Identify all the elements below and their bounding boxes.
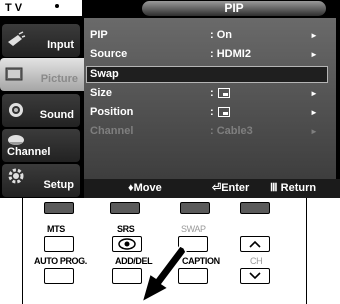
input-plug-icon (8, 31, 26, 46)
sidebar-item-label: Picture (40, 73, 78, 85)
color-button-yellow[interactable] (180, 202, 210, 214)
remote-edge-left (22, 198, 23, 304)
ch-down-button[interactable] (240, 268, 270, 284)
menu-item-label: Channel (90, 125, 134, 137)
arrow-right-icon: ► (310, 50, 318, 59)
menu-item-swap[interactable]: Swap (86, 66, 328, 83)
picture-icon (5, 67, 23, 81)
pip-position-icon (217, 107, 230, 118)
srs-label: SRS (117, 224, 135, 234)
swap-label: SWAP (181, 224, 206, 234)
menu-item-value: : Cable3 (210, 125, 253, 137)
menu-item-channel: Channel : Cable3 ► (84, 123, 336, 140)
sidebar-item-sound[interactable]: Sound (2, 94, 80, 127)
auto-prog-label: AUTO PROG. (34, 256, 87, 266)
sidebar-item-channel[interactable]: Channel (2, 129, 80, 162)
menu-item-value: : (210, 106, 214, 118)
sidebar-item-input[interactable]: Input (2, 24, 80, 57)
remote-control-illustration: MTS SRS SWAP AUTO PROG. ADD/DEL CAPTION … (0, 198, 340, 304)
arrow-right-icon: ► (310, 127, 318, 136)
menu-item-source[interactable]: Source : HDMI2 ► (84, 46, 336, 63)
sidebar-item-label: Setup (43, 179, 74, 191)
menu-title: PIP (142, 1, 326, 16)
return-hint: Ⅲ Return (270, 182, 317, 194)
menu-item-value: : HDMI2 (210, 48, 251, 60)
menu-item-value: : (210, 87, 214, 99)
pip-size-icon (217, 88, 230, 99)
ch-up-button[interactable] (240, 236, 270, 252)
ch-label: CH (250, 256, 263, 266)
menu-item-position[interactable]: Position : ► (84, 104, 336, 121)
chevron-up-icon (249, 240, 261, 248)
pip-menu-panel: PIP : On ► Source : HDMI2 ► Swap Size : … (84, 18, 336, 185)
remote-edge-right (306, 198, 307, 304)
color-button-blue[interactable] (240, 202, 270, 214)
menu-item-label: Source (90, 48, 128, 60)
source-title: T V (0, 0, 82, 16)
gear-icon (8, 168, 24, 184)
mts-label: MTS (47, 224, 65, 234)
color-button-green[interactable] (110, 202, 140, 214)
color-button-red[interactable] (44, 202, 74, 214)
nav-hint-bar: ♦Move ⏎Enter Ⅲ Return (84, 179, 340, 198)
menu-item-value: : On (210, 29, 232, 41)
sidebar-item-picture[interactable]: Picture (0, 58, 84, 91)
speaker-icon (9, 103, 23, 117)
enter-hint: ⏎Enter (212, 182, 250, 194)
tv-osd-menu: T V PIP Input Picture Sound Channel Setu… (0, 0, 340, 198)
sidebar-item-label: Channel (7, 146, 51, 158)
sidebar-item-label: Input (47, 39, 74, 51)
chevron-down-icon (249, 272, 261, 280)
arrow-right-icon: ► (310, 89, 318, 98)
pointer-arrow-icon (140, 245, 187, 304)
menu-item-label: PIP (90, 29, 108, 41)
mts-button[interactable] (44, 236, 74, 252)
menu-item-size[interactable]: Size : ► (84, 85, 336, 102)
menu-item-pip[interactable]: PIP : On ► (84, 27, 336, 44)
arrow-right-icon: ► (310, 108, 318, 117)
auto-prog-button[interactable] (44, 268, 74, 284)
move-hint: ♦Move (128, 182, 162, 194)
menu-item-label: Size (90, 87, 113, 99)
menu-item-label: Swap (90, 68, 119, 80)
menu-item-label: Position (90, 106, 134, 118)
sidebar-item-setup[interactable]: Setup (2, 164, 80, 197)
sidebar-item-label: Sound (39, 109, 74, 121)
arrow-right-icon: ► (310, 31, 318, 40)
